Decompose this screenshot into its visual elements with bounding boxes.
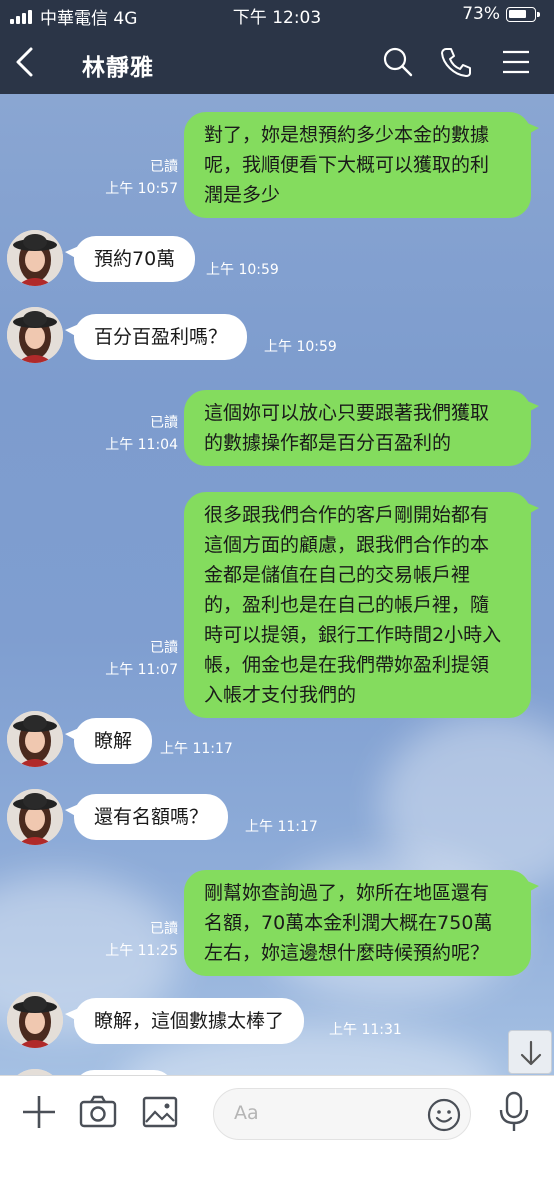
message-time: 上午 10:59 bbox=[264, 339, 337, 355]
message-text: 很多跟我們合作的客戶剛開始都有 bbox=[204, 504, 490, 526]
incoming-message-bubble[interactable]: 瞭解，這個數據太棒了 bbox=[64, 998, 305, 1044]
message-text: 金都是儲值在自己的交易帳戶裡 bbox=[204, 564, 471, 586]
message-input-bar: Aa bbox=[0, 1075, 554, 1200]
scroll-to-bottom-button[interactable] bbox=[508, 1030, 552, 1074]
status-bar: 中華電信 4G 下午 12:03 73% bbox=[0, 0, 554, 30]
incoming-message-bubble[interactable]: 預約70萬 bbox=[64, 236, 196, 282]
phone-icon[interactable] bbox=[438, 44, 474, 80]
avatar[interactable] bbox=[7, 992, 63, 1048]
outgoing-message-bubble[interactable]: 很多跟我們合作的客戶剛開始都有 這個方面的顧慮，跟我們合作的本 金都是儲值在自己… bbox=[184, 492, 539, 718]
back-chevron-icon[interactable] bbox=[10, 44, 42, 80]
arrow-down-icon bbox=[520, 1040, 542, 1066]
message-time: 上午 11:07 bbox=[105, 662, 178, 678]
message-time: 上午 10:57 bbox=[105, 181, 178, 197]
message-text: 剛幫妳查詢過了，妳所在地區還有 bbox=[204, 882, 490, 904]
message-text: 帳，佣金也是在我們帶妳盈利提領 bbox=[204, 654, 490, 676]
message-text: 瞭解 bbox=[94, 730, 133, 752]
search-icon[interactable] bbox=[380, 44, 416, 80]
battery-icon bbox=[506, 6, 540, 22]
message-text: 對了，妳是想預約多少本金的數據 bbox=[204, 124, 490, 146]
avatar[interactable] bbox=[7, 789, 63, 845]
message-text: 還有名額嗎？ bbox=[94, 806, 209, 828]
message-text: 左右，妳這邊想什麼時候預約呢？ bbox=[204, 942, 490, 964]
read-receipt: 已讀 bbox=[150, 415, 178, 431]
microphone-icon[interactable] bbox=[494, 1090, 534, 1131]
message-text: 呢，我順便看下大概可以獲取的利 bbox=[204, 154, 490, 176]
contact-name[interactable]: 林靜雅 bbox=[82, 48, 154, 82]
message-time: 上午 11:25 bbox=[105, 943, 178, 959]
avatar[interactable] bbox=[7, 711, 63, 767]
message-text: 預約70萬 bbox=[94, 248, 176, 270]
message-text: 百分百盈利嗎？ bbox=[94, 326, 228, 348]
message-text: 名額，70萬本金利潤大概在750萬 bbox=[204, 912, 493, 934]
avatar[interactable] bbox=[7, 307, 63, 363]
avatar[interactable] bbox=[7, 230, 63, 286]
battery-percent: 73% bbox=[462, 4, 500, 24]
message-time: 上午 11:04 bbox=[105, 437, 178, 453]
message-time: 上午 11:31 bbox=[329, 1022, 402, 1038]
incoming-message-bubble[interactable]: 還有名額嗎？ bbox=[64, 794, 229, 840]
message-time: 上午 11:17 bbox=[245, 819, 318, 835]
outgoing-message-bubble[interactable]: 剛幫妳查詢過了，妳所在地區還有 名額，70萬本金利潤大概在750萬 左右，妳這邊… bbox=[184, 870, 539, 976]
menu-icon[interactable] bbox=[498, 44, 534, 80]
chat-area[interactable]: 對了，妳是想預約多少本金的數據 呢，我順便看下大概可以獲取的利 潤是多少 已讀 … bbox=[0, 94, 554, 1075]
message-text: 瞭解，這個數據太棒了 bbox=[94, 1010, 285, 1032]
message-text: 這個妳可以放心只要跟著我們獲取 bbox=[204, 402, 490, 424]
read-receipt: 已讀 bbox=[150, 640, 178, 656]
message-text: 的，盈利也是在自己的帳戶裡，隨 bbox=[204, 594, 490, 616]
clock: 下午 12:03 bbox=[232, 8, 322, 28]
message-time: 上午 11:17 bbox=[160, 741, 233, 757]
message-input-placeholder: Aa bbox=[234, 1102, 259, 1124]
message-text: 這個方面的顧慮，跟我們合作的本 bbox=[204, 534, 490, 556]
outgoing-message-bubble[interactable]: 對了，妳是想預約多少本金的數據 呢，我順便看下大概可以獲取的利 潤是多少 bbox=[184, 112, 539, 218]
camera-icon[interactable] bbox=[78, 1092, 118, 1132]
message-input[interactable]: Aa bbox=[213, 1088, 471, 1140]
emoji-icon[interactable] bbox=[426, 1097, 462, 1133]
outgoing-message-bubble[interactable]: 這個妳可以放心只要跟著我們獲取 的數據操作都是百分百盈利的 bbox=[184, 390, 539, 466]
message-text: 入帳才支付我們的 bbox=[204, 684, 357, 706]
read-receipt: 已讀 bbox=[150, 921, 178, 937]
message-time: 上午 10:59 bbox=[206, 262, 279, 278]
incoming-message-bubble[interactable]: 百分百盈利嗎？ bbox=[64, 314, 248, 360]
message-text: 時可以提領，銀行工作時間2小時入 bbox=[204, 624, 502, 646]
plus-icon[interactable] bbox=[19, 1092, 59, 1132]
message-text: 潤是多少 bbox=[204, 184, 281, 206]
incoming-message-bubble[interactable]: 瞭解 bbox=[64, 718, 153, 764]
chat-header: 林靜雅 bbox=[0, 30, 554, 94]
message-text: 的數據操作都是百分百盈利的 bbox=[204, 432, 452, 454]
read-receipt: 已讀 bbox=[150, 159, 178, 175]
image-icon[interactable] bbox=[140, 1092, 180, 1132]
